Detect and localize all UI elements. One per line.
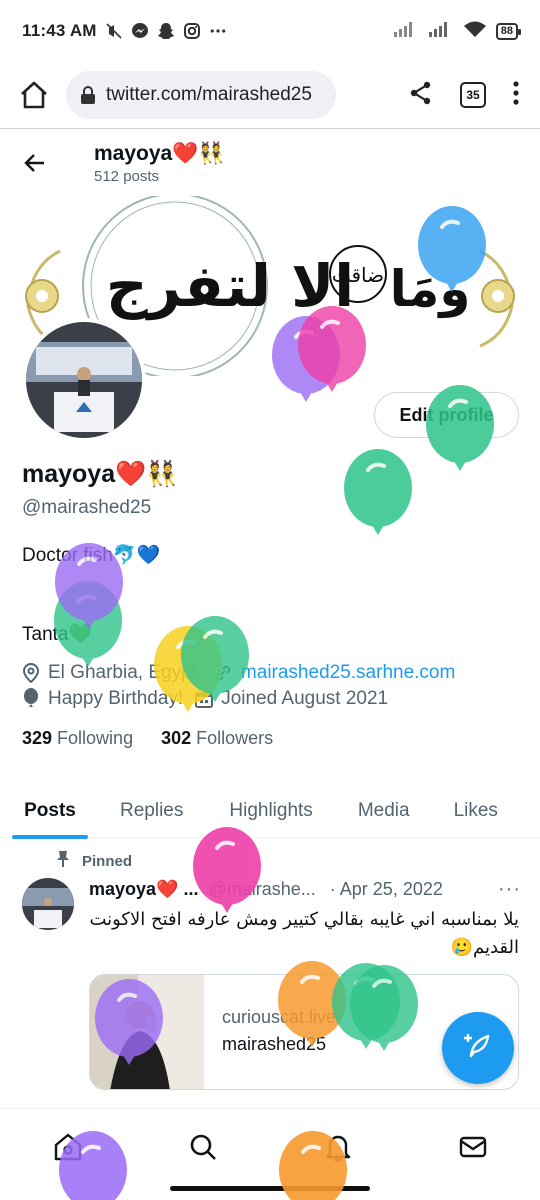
battery-icon: 88 xyxy=(495,22,522,40)
back-arrow-icon[interactable] xyxy=(0,130,70,196)
profile-avatar[interactable] xyxy=(22,318,146,442)
profile-tabs: Posts Replies Highlights Media Likes xyxy=(0,784,540,839)
banner-calligraphy-main: الا لتفرج xyxy=(106,252,354,321)
pin-icon xyxy=(56,850,70,872)
profile-joined-date: Joined August 2021 xyxy=(221,688,389,709)
ornament-right-icon xyxy=(479,249,515,348)
link-icon xyxy=(213,663,233,683)
post-date[interactable]: · Apr 25, 2022 xyxy=(330,879,443,900)
followers-link[interactable]: 302 Followers xyxy=(161,728,273,749)
card-title: mairashed25 xyxy=(222,1034,327,1054)
profile-header: mayoya❤️👯 512 posts xyxy=(0,130,540,196)
nav-messages-icon[interactable] xyxy=(443,1117,503,1177)
toolbar-divider xyxy=(0,128,540,129)
browser-home-icon[interactable] xyxy=(14,75,54,115)
signal-icon xyxy=(393,20,419,43)
url-text: twitter.com/mairashed25 xyxy=(106,84,312,105)
instagram-icon xyxy=(183,22,201,40)
following-link[interactable]: 329 Following xyxy=(22,728,133,749)
tab-likes[interactable]: Likes xyxy=(454,784,498,838)
address-bar[interactable]: twitter.com/mairashed25 xyxy=(66,71,336,119)
gesture-bar xyxy=(170,1186,370,1191)
messenger-icon xyxy=(131,22,149,40)
status-bar: 11:43 AM 88 xyxy=(0,0,540,62)
wifi-icon xyxy=(463,20,487,43)
mute-vibrate-icon xyxy=(105,22,123,40)
post-author-avatar[interactable] xyxy=(22,878,74,930)
profile-meta-row: Happy Birthday! Joined August 2021 xyxy=(22,688,388,710)
location-icon xyxy=(22,663,40,683)
edit-profile-button[interactable]: Edit profile xyxy=(374,392,519,438)
tab-switcher-button[interactable]: 35 xyxy=(460,82,486,108)
post-text: يلا بمناسبه اني غايبه بقالي كتيير ومش عا… xyxy=(89,909,519,958)
more-notifications-icon xyxy=(209,22,227,40)
balloon-icon xyxy=(22,688,40,710)
status-time: 11:43 AM xyxy=(22,21,97,40)
browser-toolbar: twitter.com/mairashed25 35 xyxy=(0,62,540,128)
header-name: mayoya❤️👯 xyxy=(94,141,225,165)
banner-calligraphy-circle: ضاقت xyxy=(332,263,384,287)
balloon-icon xyxy=(344,449,412,535)
bottom-navigation xyxy=(0,1108,540,1184)
lock-icon xyxy=(80,86,96,104)
calendar-icon xyxy=(195,690,214,708)
profile-birthday: Happy Birthday! xyxy=(48,688,184,709)
post-author-handle[interactable]: @mairashe... xyxy=(208,879,315,900)
tab-media[interactable]: Media xyxy=(358,784,410,838)
compose-button[interactable] xyxy=(442,1012,514,1084)
card-domain: curiouscat.live xyxy=(222,1007,337,1027)
signal-2-icon xyxy=(428,20,454,43)
header-post-count: 512 posts xyxy=(94,167,160,185)
tab-posts[interactable]: Posts xyxy=(12,784,88,839)
tab-replies[interactable]: Replies xyxy=(120,784,183,838)
compose-icon xyxy=(462,1030,494,1067)
profile-website-link[interactable]: mairashed25.sarhne.com xyxy=(241,662,455,684)
profile-bio-line: Doctor fish🐬💙 xyxy=(22,545,161,566)
follow-stats: 329 Following 302 Followers xyxy=(22,728,273,749)
nav-search-icon[interactable] xyxy=(173,1117,233,1177)
browser-menu-icon[interactable] xyxy=(512,80,520,111)
profile-name: mayoya❤️👯 xyxy=(22,460,178,488)
card-thumbnail xyxy=(90,975,204,1089)
nav-home-icon[interactable] xyxy=(38,1117,98,1177)
post-header: mayoya❤️ ... @mairashe... · Apr 25, 2022… xyxy=(89,878,521,901)
profile-location: El Gharbia, Egypt xyxy=(48,662,197,683)
pinned-indicator: Pinned xyxy=(56,850,132,872)
nav-notifications-icon[interactable] xyxy=(308,1117,368,1177)
profile-bio-line: Tanta💚 xyxy=(22,624,93,645)
pinned-label: Pinned xyxy=(82,852,133,870)
post-more-icon[interactable]: ··· xyxy=(498,878,521,901)
post-author-name[interactable]: mayoya❤️ ... xyxy=(89,879,198,900)
profile-handle: @mairashed25 xyxy=(22,497,152,518)
tab-highlights[interactable]: Highlights xyxy=(229,784,312,838)
share-icon[interactable] xyxy=(408,80,434,111)
banner-calligraphy-right: ومَا xyxy=(390,260,471,319)
profile-meta-row: El Gharbia, Egypt mairashed25.sarhne.com xyxy=(22,662,455,684)
snapchat-icon xyxy=(157,22,175,40)
